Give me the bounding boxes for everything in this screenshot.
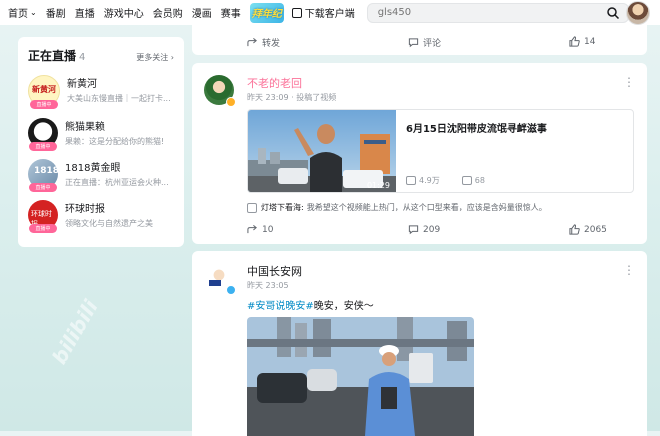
live-desc: 领略文化与自然遗产之美 — [65, 219, 153, 228]
post-body: 晚安，安侠～ — [313, 301, 374, 312]
forward-label: 转发 — [262, 39, 281, 49]
download-client-button[interactable]: 下载客户端 — [291, 5, 355, 20]
more-options-icon[interactable]: ⋮ — [623, 263, 635, 277]
comment-icon — [408, 38, 419, 48]
live-item[interactable]: 新黄河 直播中 新黄河 大美山东慢直播｜一起打卡... — [28, 75, 174, 109]
comment-button[interactable]: 209 — [408, 224, 440, 235]
live-item[interactable]: 环球时报 直播中 环球时报 领略文化与自然遗产之美 — [28, 200, 174, 233]
author-name[interactable]: 不老的老回 — [247, 75, 302, 91]
thumbs-up-icon — [569, 36, 580, 47]
top-comment-text: 我希望这个视频能上热门，从这个口型来看，应该是含妈量很惊人。 — [306, 203, 547, 212]
forward-button[interactable]: 10 — [247, 224, 273, 235]
post-text: #安哥说晚安#晚安，安侠～ — [247, 297, 374, 312]
like-count: 2065 — [584, 224, 607, 235]
video-thumbnail[interactable]: 01:29 — [248, 110, 396, 192]
live-item[interactable]: 1818 直播中 1818黄金眼 正在直播：杭州亚运会火种... — [28, 159, 174, 192]
video-title[interactable]: 6月15日沈阳带皮流氓寻衅滋事 — [406, 120, 547, 135]
view-count: 4.9万 — [406, 175, 440, 186]
forward-count: 10 — [262, 224, 274, 235]
live-badge: 直播中 — [29, 224, 57, 233]
live-name: 熊猫果赖 — [65, 122, 105, 133]
live-desc: 果赖：这是分配给你的熊猫! — [65, 137, 165, 146]
live-item[interactable]: 直播中 熊猫果赖 果赖：这是分配给你的熊猫! — [28, 118, 174, 151]
topic-tag-link[interactable]: #安哥说晚安# — [247, 301, 314, 312]
live-avatar: 环球时报 直播中 — [28, 200, 58, 233]
nav-live[interactable]: 直播 — [75, 5, 95, 20]
top-comment[interactable]: 灯塔下看海: 我希望这个视频能上热门，从这个口型来看，应该是含妈量很惊人。 — [247, 202, 547, 213]
top-comment-user: 灯塔下看海: — [261, 203, 304, 212]
play-icon — [406, 176, 416, 185]
post-photo-image — [247, 317, 474, 436]
user-avatar[interactable] — [626, 1, 650, 25]
forward-button[interactable]: 转发 — [247, 36, 280, 49]
live-avatar: 直播中 — [28, 118, 58, 151]
author-name[interactable]: 中国长安网 — [247, 263, 302, 279]
live-avatar: 新黄河 直播中 — [28, 75, 60, 109]
nav-game-center[interactable]: 游戏中心 — [104, 5, 144, 20]
verified-badge-icon — [226, 285, 236, 295]
verified-badge-icon — [226, 97, 236, 107]
more-follow-link[interactable]: 更多关注 › — [136, 52, 174, 63]
mascot-banner-icon[interactable]: 拜年纪 — [249, 2, 284, 23]
chevron-down-icon: ⌄ — [30, 8, 37, 17]
post-photo[interactable] — [247, 317, 474, 436]
live-name: 新黄河 — [67, 79, 97, 90]
live-avatar: 1818 直播中 — [28, 159, 59, 192]
danmaku-icon — [461, 176, 472, 185]
live-badge: 直播中 — [29, 142, 57, 151]
post-meta: 昨天 23:09 · 投稿了视频 — [247, 93, 337, 102]
top-nav-bar: 首页 ⌄ 番剧 直播 游戏中心 会员购 漫画 赛事 拜年纪 下载客户端 — [0, 0, 660, 25]
live-count: 4 — [79, 52, 86, 63]
like-count: 14 — [584, 36, 596, 47]
live-desc: 大美山东慢直播｜一起打卡... — [67, 94, 171, 103]
live-desc: 正在直播：杭州亚运会火种... — [65, 178, 169, 187]
search-input[interactable] — [375, 6, 606, 19]
bilibili-watermark-logo: bilibili — [47, 295, 103, 369]
danmaku-count: 68 — [461, 175, 485, 186]
like-button[interactable]: 14 — [569, 36, 595, 47]
live-badge: 直播中 — [30, 100, 58, 109]
comment-icon — [408, 225, 419, 235]
live-badge: 直播中 — [29, 183, 57, 192]
like-button[interactable]: 2065 — [569, 224, 607, 235]
thumbs-up-icon — [569, 224, 580, 235]
feed-card-video: 不老的老回 昨天 23:09 · 投稿了视频 ⋮ 01:29 6月15日沈阳带皮… — [192, 63, 647, 244]
nav-member-shop[interactable]: 会员购 — [153, 5, 183, 20]
post-meta: 昨天 23:05 — [247, 281, 289, 290]
nav-home-label: 首页 — [8, 9, 28, 20]
live-now-panel: 正在直播 4 更多关注 › 新黄河 直播中 新黄河 大美山东慢直播｜一起打卡...… — [18, 37, 184, 247]
feed-card-image: 中国长安网 昨天 23:05 ⋮ #安哥说晚安#晚安，安侠～ — [192, 251, 647, 436]
nav-anime[interactable]: 番剧 — [46, 5, 66, 20]
nav-manga[interactable]: 漫画 — [192, 5, 212, 20]
more-options-icon[interactable]: ⋮ — [623, 75, 635, 89]
download-label: 下载客户端 — [304, 9, 355, 20]
comment-count: 209 — [423, 224, 441, 235]
comment-label: 评论 — [423, 39, 442, 49]
flag-icon — [209, 280, 221, 286]
search-box — [366, 2, 629, 23]
search-icon[interactable] — [606, 6, 620, 20]
live-panel-title: 正在直播 4 — [28, 49, 86, 63]
nav-home[interactable]: 首页 ⌄ — [8, 5, 37, 20]
live-name: 环球时报 — [65, 204, 105, 215]
video-card[interactable]: 01:29 6月15日沈阳带皮流氓寻衅滋事 4.9万 68 — [247, 109, 634, 193]
comment-bubble-icon — [247, 202, 257, 213]
feed-card-previous: 转发 评论 14 — [192, 25, 647, 55]
share-icon — [247, 37, 257, 47]
comment-button[interactable]: 评论 — [408, 36, 441, 49]
share-icon — [247, 224, 257, 234]
video-duration: 01:29 — [366, 181, 390, 190]
live-name: 1818黄金眼 — [65, 163, 121, 174]
nav-esports[interactable]: 赛事 — [221, 5, 241, 20]
download-icon — [291, 7, 302, 18]
